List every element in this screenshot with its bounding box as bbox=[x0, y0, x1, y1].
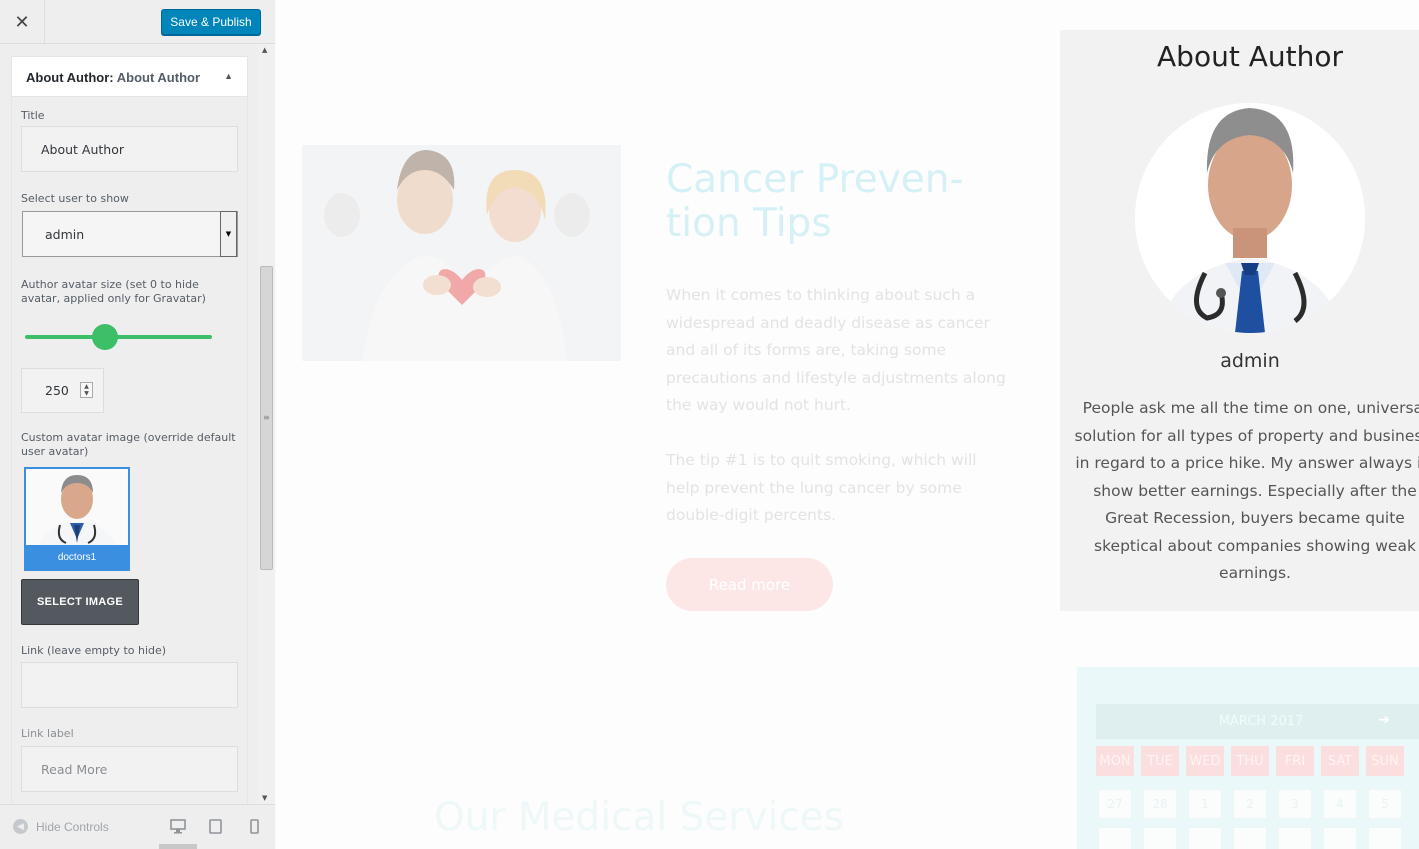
post-paragraph-1: When it comes to thinking about such a w… bbox=[666, 286, 1006, 414]
widget-panel: About Author: About Author ▲ Title About… bbox=[11, 56, 248, 806]
services-heading: Our Medical Services bbox=[434, 795, 845, 840]
site-preview: Cancer Preven-tion Tips When it comes to… bbox=[276, 0, 1419, 849]
hide-controls-label: Hide Controls bbox=[36, 819, 109, 834]
doctors-heart-image bbox=[302, 145, 621, 361]
arrow-right-icon[interactable]: ➔ bbox=[1378, 712, 1390, 728]
customizer-header: ✕ Save & Publish bbox=[0, 0, 275, 44]
calendar-weekday: SUN bbox=[1366, 746, 1404, 776]
sidebar-scrollbar[interactable]: ▲ ≡ ▼ bbox=[258, 44, 275, 804]
avatar-size-value: 250 bbox=[45, 383, 69, 398]
author-avatar bbox=[1135, 103, 1365, 333]
calendar-date-cell[interactable] bbox=[1188, 827, 1222, 849]
doctor-avatar-image bbox=[26, 469, 128, 549]
calendar-month: MARCH 2017 bbox=[1096, 704, 1419, 739]
active-device-indicator bbox=[159, 844, 197, 849]
calendar-weekday: SAT bbox=[1321, 746, 1359, 776]
post-paragraph-2: The tip #1 is to quit smoking, which wil… bbox=[666, 451, 977, 524]
calendar-date[interactable]: 1 bbox=[1188, 789, 1222, 819]
collapse-circle-icon: ◀ bbox=[13, 819, 28, 834]
calendar-date-cell[interactable] bbox=[1278, 827, 1312, 849]
select-user-label: Select user to show bbox=[21, 192, 129, 205]
read-more-button[interactable]: Read more bbox=[666, 558, 833, 611]
calendar-weekday: TUE bbox=[1141, 746, 1179, 776]
calendar-date-cell[interactable] bbox=[1323, 827, 1357, 849]
title-label: Title bbox=[21, 109, 45, 122]
scroll-down-icon[interactable]: ▼ bbox=[262, 794, 267, 802]
link-label: Link (leave empty to hide) bbox=[21, 644, 167, 657]
spinner-icon[interactable]: ▲ ▼ bbox=[80, 382, 93, 398]
calendar-date[interactable]: 2 bbox=[1233, 789, 1267, 819]
chevron-down-icon[interactable]: ▼ bbox=[220, 211, 237, 257]
author-widget-title: About Author bbox=[1157, 40, 1343, 73]
calendar-date-cell[interactable] bbox=[1368, 827, 1402, 849]
calendar-date[interactable]: 3 bbox=[1278, 789, 1312, 819]
save-publish-button[interactable]: Save & Publish bbox=[161, 9, 261, 35]
select-image-button[interactable]: SELECT IMAGE bbox=[21, 579, 139, 625]
calendar-date[interactable]: 28 bbox=[1143, 789, 1177, 819]
calendar-weekday: FRI bbox=[1276, 746, 1314, 776]
post-image bbox=[302, 145, 621, 361]
scrollbar-thumb[interactable]: ≡ bbox=[260, 266, 273, 570]
title-input[interactable]: About Author bbox=[21, 126, 238, 172]
slider-handle[interactable] bbox=[92, 324, 119, 350]
calendar-weekday: MON bbox=[1096, 746, 1134, 776]
calendar-date-cell[interactable] bbox=[1233, 827, 1267, 849]
calendar-weekday: THU bbox=[1231, 746, 1269, 776]
widget-form: Title About Author Select user to show a… bbox=[12, 97, 247, 805]
customizer-footer: ◀ Hide Controls bbox=[0, 804, 275, 849]
author-bio: People ask me all the time on one, unive… bbox=[1074, 399, 1419, 582]
custom-avatar-thumbnail[interactable]: doctors1 bbox=[24, 467, 130, 571]
mobile-icon[interactable] bbox=[250, 819, 259, 834]
widget-panel-header[interactable]: About Author: About Author ▲ bbox=[12, 57, 247, 97]
about-author-widget: About Author admin People ask me all the… bbox=[1060, 30, 1419, 611]
calendar-date[interactable]: 4 bbox=[1323, 789, 1357, 819]
customizer-sidebar: ✕ Save & Publish About Author: About Aut… bbox=[0, 0, 275, 849]
calendar-weekday: WED bbox=[1186, 746, 1224, 776]
post-title[interactable]: Cancer Preven-tion Tips bbox=[666, 158, 1006, 246]
grip-icon: ≡ bbox=[263, 413, 270, 422]
calendar-date[interactable]: 5 bbox=[1368, 789, 1402, 819]
calendar-date-cell[interactable] bbox=[1098, 827, 1132, 849]
link-input[interactable] bbox=[21, 662, 238, 708]
avatar-size-input[interactable]: 250 ▲ ▼ bbox=[21, 368, 104, 413]
collapse-arrow-icon[interactable]: ▲ bbox=[224, 71, 233, 81]
calendar-date[interactable]: 27 bbox=[1098, 789, 1132, 819]
author-name: admin bbox=[1220, 350, 1280, 372]
widget-title-prefix: About Author: bbox=[26, 70, 114, 85]
link-label-input[interactable]: Read More bbox=[21, 746, 238, 792]
avatar-size-slider[interactable] bbox=[25, 335, 212, 339]
link-label-label: Link label bbox=[21, 727, 74, 740]
user-select-value: admin bbox=[45, 226, 85, 242]
custom-avatar-label: Custom avatar image (override default us… bbox=[21, 431, 236, 458]
avatar-size-label: Author avatar size (set 0 to hide avatar… bbox=[21, 278, 206, 305]
calendar-widget: MARCH 2017 ➔ MON TUE WED THU FRI SAT SUN… bbox=[1077, 667, 1419, 849]
widget-title-sub: About Author bbox=[116, 70, 201, 85]
doctor-portrait-image bbox=[1135, 103, 1365, 333]
hide-controls-button[interactable]: ◀ Hide Controls bbox=[13, 819, 109, 834]
close-icon[interactable]: ✕ bbox=[0, 0, 45, 44]
avatar-filename: doctors1 bbox=[26, 545, 128, 569]
tablet-icon[interactable] bbox=[209, 819, 222, 834]
user-select[interactable]: admin ▼ bbox=[22, 211, 238, 257]
scroll-up-icon[interactable]: ▲ bbox=[262, 46, 267, 54]
desktop-icon[interactable] bbox=[170, 819, 186, 834]
calendar-date-cell[interactable] bbox=[1143, 827, 1177, 849]
